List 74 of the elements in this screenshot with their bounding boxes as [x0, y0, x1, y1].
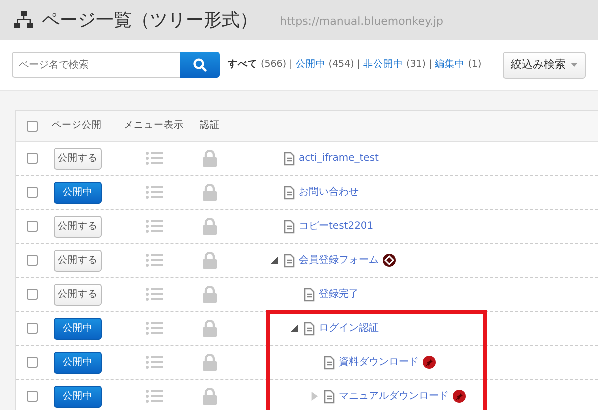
publish-button[interactable]: 公開する [54, 148, 102, 170]
lock-icon[interactable] [203, 388, 217, 405]
filter-link[interactable]: 公開中 [296, 58, 326, 72]
filter-count: (454) [328, 58, 354, 72]
row-checkbox[interactable] [26, 153, 38, 164]
document-icon [304, 322, 315, 336]
filter-link[interactable]: 編集中 [435, 58, 466, 72]
row-checkbox[interactable] [26, 391, 38, 402]
caret-icon [571, 63, 578, 67]
column-header: 認証 [199, 118, 221, 133]
row-checkbox[interactable] [26, 357, 38, 368]
page-link[interactable]: 登録完了 [319, 287, 359, 302]
separator: | [290, 58, 293, 72]
menu-list-icon[interactable] [146, 322, 162, 335]
page-link[interactable]: コピーtest2201 [299, 219, 374, 234]
row-checkbox[interactable] [26, 221, 38, 232]
publish-button[interactable]: 公開中 [54, 318, 102, 340]
menu-list-icon[interactable] [146, 390, 162, 403]
lock-icon[interactable] [203, 218, 217, 235]
sitemap-icon [14, 10, 34, 30]
publish-button[interactable]: 公開中 [54, 352, 102, 374]
column-header: メニュー表示 [123, 118, 185, 133]
menu-list-icon[interactable] [146, 220, 162, 233]
search-button[interactable] [180, 52, 220, 78]
menu-list-icon[interactable] [146, 152, 162, 165]
document-icon [284, 220, 295, 234]
filter-search-dropdown[interactable]: 絞込み検索 [503, 52, 586, 78]
filter-count: (566) [261, 58, 287, 72]
publish-button[interactable]: 公開する [54, 250, 102, 272]
search-field[interactable]: ページ名で検索 [12, 52, 180, 78]
document-icon [324, 390, 335, 404]
publish-button[interactable]: 公開する [54, 284, 102, 306]
site-url: https://manual.bluemonkey.jp [280, 14, 444, 30]
row-checkbox[interactable] [26, 289, 38, 300]
page-link[interactable]: 会員登録フォーム [299, 253, 379, 268]
page-link[interactable]: お問い合わせ [299, 185, 359, 200]
column-header: ページ公開 [51, 118, 103, 133]
page-link[interactable]: ログイン認証 [319, 321, 379, 336]
separator: | [357, 58, 360, 72]
menu-list-icon[interactable] [146, 356, 162, 369]
document-icon [284, 152, 295, 166]
lock-icon[interactable] [203, 184, 217, 201]
collapsed-triangle-icon[interactable] [310, 392, 319, 400]
row-checkbox[interactable] [26, 323, 38, 334]
lock-icon[interactable] [203, 354, 217, 371]
document-icon [304, 288, 315, 302]
page-title: ページ一覧（ツリー形式） [42, 8, 258, 32]
row-checkbox[interactable] [26, 187, 38, 198]
search-icon [193, 58, 207, 72]
page-link[interactable]: マニュアルダウンロード [339, 389, 449, 404]
document-icon [324, 356, 335, 370]
row-checkbox[interactable] [26, 255, 38, 266]
menu-list-icon[interactable] [146, 288, 162, 301]
lock-icon[interactable] [203, 252, 217, 269]
filter-link[interactable]: 非公開中 [364, 58, 404, 72]
lock-icon[interactable] [203, 320, 217, 337]
expanded-triangle-icon[interactable] [290, 324, 299, 332]
menu-list-icon[interactable] [146, 186, 162, 199]
menu-list-icon[interactable] [146, 254, 162, 267]
select-all-checkbox[interactable] [26, 120, 38, 132]
document-icon [284, 186, 295, 200]
filter-count: (1) [468, 58, 482, 72]
page-link[interactable]: acti_iframe_test [299, 151, 379, 166]
lock-icon[interactable] [203, 150, 217, 167]
publish-button[interactable]: 公開中 [54, 182, 102, 204]
lock-icon[interactable] [203, 286, 217, 303]
separator: | [429, 58, 432, 72]
expanded-triangle-icon[interactable] [270, 256, 279, 264]
publish-button[interactable]: 公開中 [54, 386, 102, 408]
filter-count: (31) [406, 58, 426, 72]
document-icon [284, 254, 295, 268]
page-link[interactable]: 資料ダウンロード [339, 355, 419, 370]
filter-link[interactable]: すべて [228, 58, 258, 72]
publish-button[interactable]: 公開する [54, 216, 102, 238]
